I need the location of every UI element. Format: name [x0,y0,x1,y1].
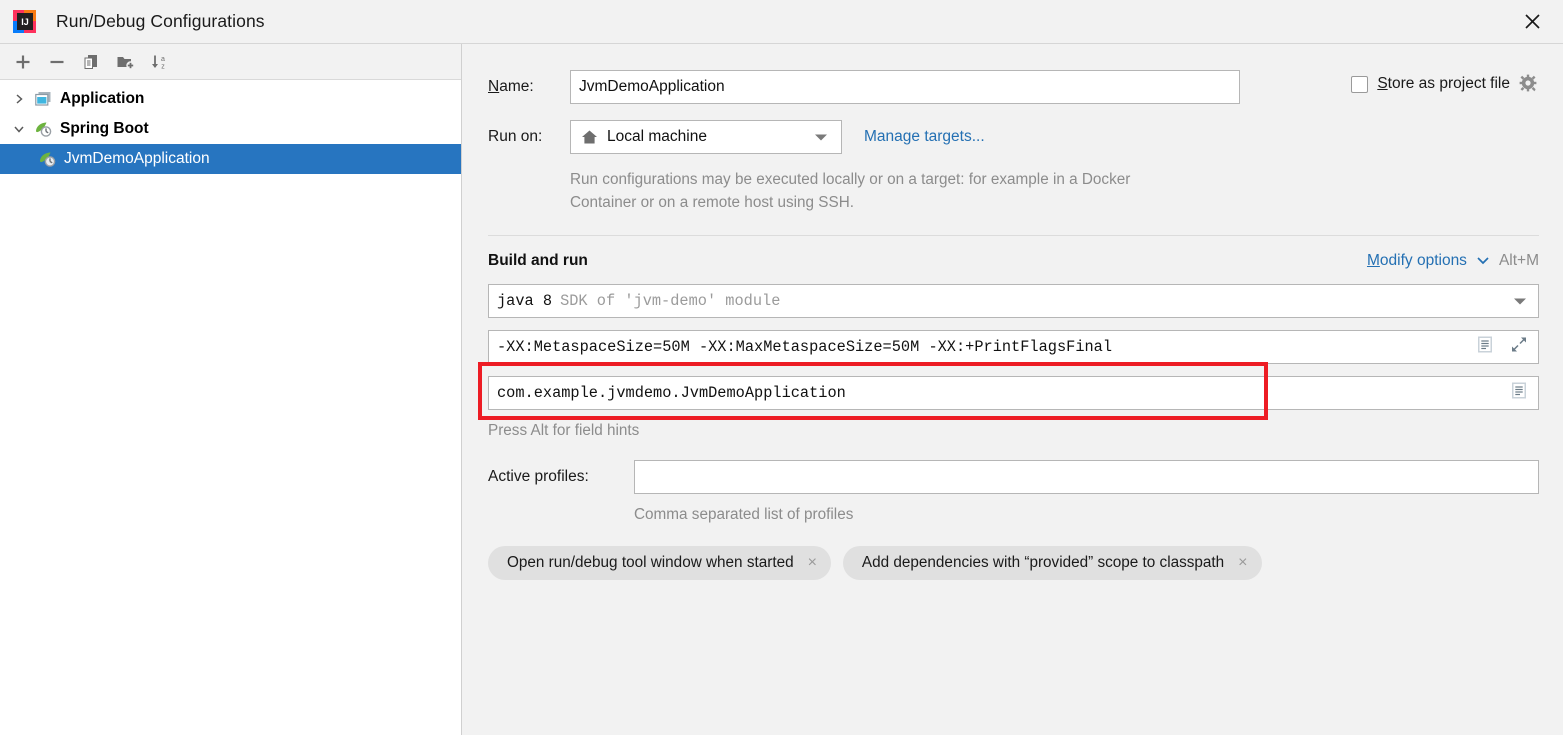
tree-node-label: Spring Boot [60,120,149,138]
chip-label: Open run/debug tool window when started [507,553,794,571]
svg-text:IJ: IJ [21,17,29,27]
add-configuration-button[interactable] [6,47,40,77]
tree-node-spring-boot[interactable]: Spring Boot [0,114,461,144]
close-icon[interactable]: × [808,554,817,571]
sdk-value: java 8 [497,291,553,310]
chevron-down-icon[interactable] [815,128,827,146]
sdk-row: java 8 SDK of 'jvm-demo' module [488,283,1539,318]
dialog-title: Run/Debug Configurations [56,11,265,31]
chip-open-run-debug-tool-window[interactable]: Open run/debug tool window when started … [488,545,831,580]
intellij-idea-icon: IJ [12,9,38,35]
chevron-right-icon[interactable] [6,93,32,105]
active-profiles-label: Active profiles: [488,467,589,485]
remove-configuration-button[interactable] [40,47,74,77]
name-label-rest: ame: [499,78,534,95]
close-icon[interactable]: × [1238,554,1247,571]
build-and-run-title: Build and run [488,251,588,269]
option-chips: Open run/debug tool window when started … [488,545,1539,580]
run-on-row: Run on: Local machine Manage targets... [488,120,1539,154]
active-profiles-input[interactable] [634,459,1539,494]
chevron-down-icon[interactable] [1476,252,1490,270]
main-class-field[interactable]: com.example.jvmdemo.JvmDemoApplication [488,375,1539,410]
tree-node-application[interactable]: Application [0,84,461,114]
svg-text:a: a [161,56,165,63]
copy-configuration-button[interactable] [74,47,108,77]
gear-icon[interactable] [1519,74,1539,94]
expand-editor-icon[interactable] [1509,334,1529,359]
home-icon [581,129,598,145]
vm-options-row: -XX:MetaspaceSize=50M -XX:MaxMetaspaceSi… [488,329,1539,364]
tree-node-label: Application [60,90,145,108]
name-input[interactable]: JvmDemoApplication [570,70,1240,104]
folder-add-icon[interactable] [108,47,142,77]
manage-targets-link[interactable]: Manage targets... [864,128,985,146]
vm-options-field[interactable]: -XX:MetaspaceSize=50M -XX:MaxMetaspaceSi… [488,329,1539,364]
modify-options-group: Modify options Alt+M [1367,252,1539,270]
dialog-body: a z Application Spring Boot JvmDemoAppli… [0,44,1563,735]
name-label: Name: [488,78,570,96]
run-on-value: Local machine [607,128,707,145]
main-class-field-actions [1509,380,1529,405]
sort-alpha-icon[interactable]: a z [142,47,176,77]
modify-options-mnemonic: M [1366,251,1380,269]
store-as-project-file-checkbox[interactable] [1351,75,1369,93]
field-hints-text: Press Alt for field hints [488,421,640,439]
configurations-toolbar: a z [0,44,461,80]
configuration-editor-pane: Name: JvmDemoApplication Store as projec… [462,44,1563,735]
modify-options-rest: odify options [1379,251,1467,269]
sdk-description: SDK of 'jvm-demo' module [560,291,781,310]
spring-boot-icon [32,121,54,137]
configurations-pane: a z Application Spring Boot JvmDemoAppli… [0,44,462,735]
chevron-down-icon[interactable] [1514,292,1526,310]
active-profiles-note: Comma separated list of profiles [634,505,854,523]
run-on-description: Run configurations may be executed local… [570,171,1131,212]
store-as-project-file-label: Store as project file [1377,75,1510,93]
macro-list-icon[interactable] [1509,380,1529,405]
chevron-down-icon[interactable] [6,123,32,135]
run-on-label: Run on: [488,128,543,145]
svg-text:z: z [161,63,165,70]
section-divider [488,234,1539,236]
modify-options-link[interactable]: Modify options [1367,252,1467,270]
chip-add-provided-dependencies[interactable]: Add dependencies with “provided” scope t… [842,545,1262,580]
spring-boot-icon [36,151,58,167]
tree-node-label: JvmDemoApplication [64,150,210,168]
configurations-tree: Application Spring Boot JvmDemoApplicati… [0,80,461,735]
store-label-rest: tore as project file [1387,75,1510,92]
application-icon [32,91,54,107]
run-debug-configurations-dialog: IJ Run/Debug Configurations a z Applicat… [0,0,1563,735]
store-label-mnemonic: S [1377,75,1388,92]
name-label-mnemonic: N [488,78,500,95]
store-as-project-file-row[interactable]: Store as project file [1351,74,1539,94]
build-and-run-header: Build and run Modify options Alt+M [488,252,1539,270]
macro-list-icon[interactable] [1475,334,1495,359]
main-class-row: com.example.jvmdemo.JvmDemoApplication [488,375,1539,410]
modify-options-shortcut: Alt+M [1498,251,1539,269]
title-bar: IJ Run/Debug Configurations [0,0,1563,44]
vm-options-field-actions [1475,334,1529,359]
active-profiles-row: Active profiles: [488,459,1539,494]
sdk-combobox[interactable]: java 8 SDK of 'jvm-demo' module [488,283,1539,318]
close-icon[interactable] [1501,0,1563,43]
run-on-combobox[interactable]: Local machine [570,120,842,154]
chip-label: Add dependencies with “provided” scope t… [861,553,1225,571]
tree-node-jvmdemoapplication[interactable]: JvmDemoApplication [0,144,461,174]
